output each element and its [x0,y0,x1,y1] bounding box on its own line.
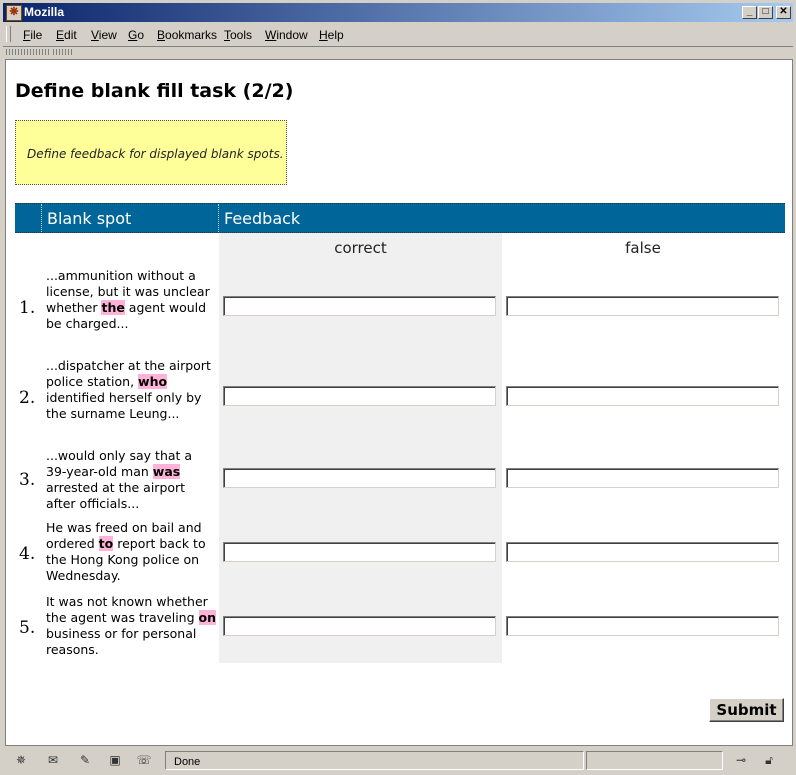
maximize-button[interactable]: □ [758,6,773,19]
blank-word: was [152,464,181,479]
column-label-false: false [625,239,661,257]
menu-file[interactable]: File [23,28,42,42]
mail-icon[interactable]: ✉ [43,752,63,768]
address-book-icon[interactable]: ▣ [105,752,125,768]
security-lock-icon[interactable]: 🔓︎ [759,752,779,768]
status-text: Done [174,756,201,768]
table-header: Blank spot Feedback [15,203,785,233]
feedback-correct-input[interactable] [223,296,496,316]
blank-word: the [101,300,125,315]
blank-context: ...would only say that a 39-year-old man… [46,448,193,511]
page-content: Define blank fill task (2/2) Define feed… [5,59,793,746]
menu-tools[interactable]: Tools [224,28,252,42]
blank-context: He was freed on bail and ordered to repo… [46,520,206,583]
mozilla-icon: ❋ [6,5,22,21]
feedback-false-input[interactable] [506,386,779,406]
feedback-correct-input[interactable] [223,386,496,406]
title-bar[interactable]: ❋ Mozilla _ □ ✕ [3,3,793,22]
row-number: 4. [19,544,36,564]
composer-icon[interactable]: ✎ [75,752,95,768]
header-feedback: Feedback [224,209,301,228]
row-number: 5. [19,618,36,638]
minimize-button[interactable]: _ [742,6,757,19]
collapsed-toolbars [3,46,793,58]
status-bar: ✵ ✉ ✎ ▣ ☏ Done ⊸ 🔓︎ [3,750,793,772]
online-icon[interactable]: ⊸ [727,752,755,768]
blank-word: who [138,374,168,389]
blank-word: on [198,610,217,625]
window-title: Mozilla [24,5,65,19]
toolbar-grip-1[interactable] [6,49,50,55]
browser-window: ❋ Mozilla _ □ ✕ File Edit View Go Bookma… [0,0,796,775]
close-button[interactable]: ✕ [776,6,791,19]
page-title: Define blank fill task (2/2) [15,80,294,102]
menu-window[interactable]: Window [265,28,308,42]
row-number: 3. [19,470,36,490]
feedback-correct-input[interactable] [223,468,496,488]
menu-edit[interactable]: Edit [56,28,77,42]
row-number: 2. [19,388,36,408]
navigator-icon[interactable]: ✵ [11,752,31,768]
feedback-false-input[interactable] [506,542,779,562]
menu-bookmarks[interactable]: Bookmarks [157,28,217,42]
feedback-false-input[interactable] [506,616,779,636]
hint-text: Define feedback for displayed blank spot… [27,147,284,161]
header-blank-spot: Blank spot [47,209,132,228]
menu-help[interactable]: Help [319,28,344,42]
menu-view[interactable]: View [91,28,117,42]
feedback-false-input[interactable] [506,468,779,488]
menu-bar: File Edit View Go Bookmarks Tools Window… [3,24,793,45]
menu-go[interactable]: Go [128,28,144,42]
toolbar-grip-2[interactable] [53,49,73,55]
feedback-false-input[interactable] [506,296,779,316]
status-progress-panel [586,751,723,770]
status-text-panel: Done [165,751,584,770]
column-label-correct: correct [334,239,387,257]
header-separator [218,204,219,232]
blank-context: ...dispatcher at the airport police stat… [46,358,211,421]
submit-button[interactable]: Submit [709,698,784,722]
menu-grip[interactable] [6,26,11,42]
irc-chat-icon[interactable]: ☏ [134,752,154,768]
hint-box: Define feedback for displayed blank spot… [15,120,287,185]
blank-context: ...ammunition without a license, but it … [46,268,210,331]
row-number: 1. [19,298,36,318]
blank-word: to [98,536,114,551]
feedback-correct-input[interactable] [223,616,496,636]
header-separator [41,204,42,232]
blank-context: It was not known whether the agent was t… [46,594,217,657]
feedback-correct-input[interactable] [223,542,496,562]
